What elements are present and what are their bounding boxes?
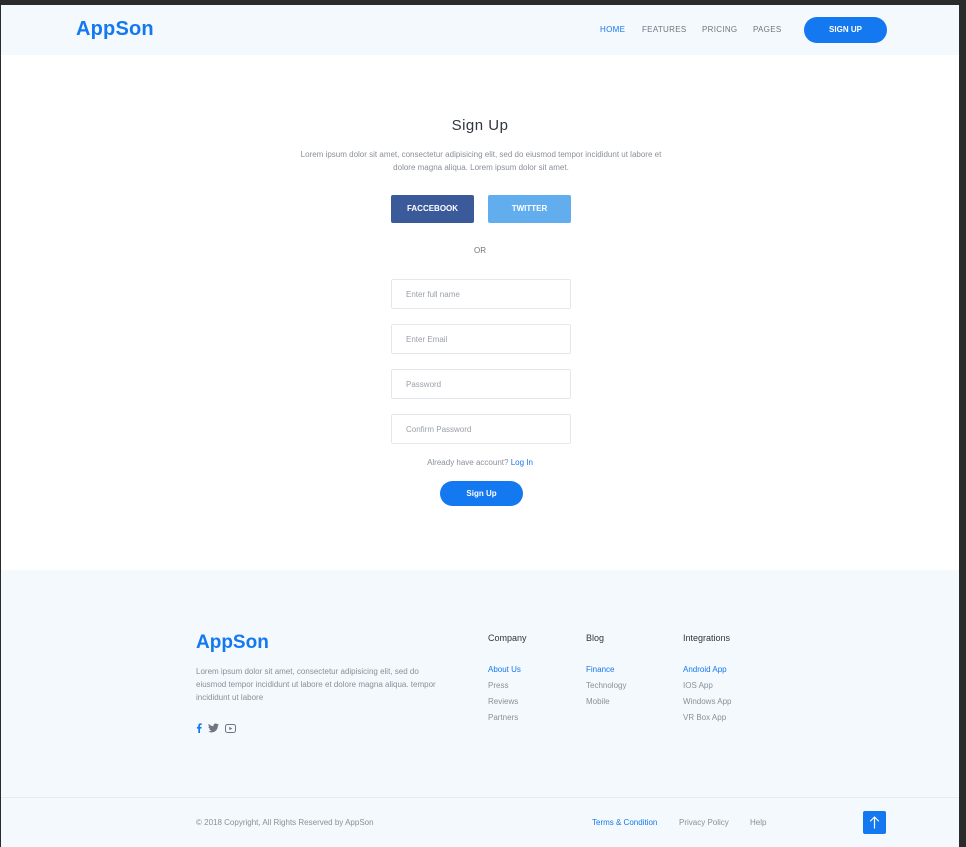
have-account-line: Already have account? Log In — [1, 458, 959, 467]
footer-col-integrations-heading: Integrations — [683, 633, 731, 643]
footer: AppSon Lorem ipsum dolor sit amet, conse… — [1, 570, 959, 847]
arrow-up-icon — [869, 816, 880, 829]
footer-link-ios-app[interactable]: IOS App — [683, 681, 713, 690]
footer-logo[interactable]: AppSon — [196, 632, 269, 654]
nav-pricing[interactable]: PRICING — [702, 25, 737, 34]
nav-home[interactable]: HOME — [600, 25, 625, 34]
footer-link-android-app[interactable]: Android App — [683, 665, 727, 674]
copyright-text: © 2018 Copyright, All Rights Reserved by… — [196, 818, 374, 827]
page-description: Lorem ipsum dolor sit amet, consectetur … — [300, 150, 662, 172]
brand-logo[interactable]: AppSon — [76, 18, 154, 41]
login-link[interactable]: Log In — [511, 458, 533, 467]
footer-col-blog-heading: Blog — [586, 633, 605, 643]
footer-link-vr-box-app[interactable]: VR Box App — [683, 713, 726, 722]
footer-col-company-heading: Company — [488, 633, 527, 643]
signup-submit-button[interactable]: Sign Up — [440, 481, 523, 506]
email-input[interactable] — [391, 324, 571, 354]
youtube-icon[interactable] — [225, 720, 236, 738]
footer-link-windows-app[interactable]: Windows App — [683, 697, 731, 706]
help-link[interactable]: Help — [750, 818, 766, 827]
top-navbar: AppSon HOME FEATURES PRICING PAGES SIGN … — [1, 5, 959, 55]
twitter-icon[interactable] — [208, 720, 219, 738]
password-input[interactable] — [391, 369, 571, 399]
facebook-signup-button[interactable]: FACCEBOOK — [391, 195, 474, 223]
twitter-signup-button[interactable]: TWITTER — [488, 195, 571, 223]
privacy-policy-link[interactable]: Privacy Policy — [679, 818, 729, 827]
footer-link-technology[interactable]: Technology — [586, 681, 626, 690]
footer-link-reviews[interactable]: Reviews — [488, 697, 518, 706]
nav-pages[interactable]: PAGES — [753, 25, 781, 34]
page-title: Sign Up — [451, 117, 509, 134]
facebook-icon[interactable] — [196, 720, 202, 738]
full-name-input[interactable] — [391, 279, 571, 309]
footer-description: Lorem ipsum dolor sit amet, consectetur … — [196, 667, 436, 702]
terms-link[interactable]: Terms & Condition — [592, 818, 657, 827]
scroll-to-top-button[interactable] — [863, 811, 886, 834]
confirm-password-input[interactable] — [391, 414, 571, 444]
footer-divider — [1, 797, 959, 798]
footer-link-partners[interactable]: Partners — [488, 713, 518, 722]
have-account-text: Already have account? — [427, 458, 509, 467]
header-signup-button[interactable]: SIGN UP — [804, 17, 887, 43]
page: AppSon HOME FEATURES PRICING PAGES SIGN … — [1, 5, 959, 847]
footer-link-about-us[interactable]: About Us — [488, 665, 521, 674]
nav-features[interactable]: FEATURES — [642, 25, 686, 34]
footer-link-press[interactable]: Press — [488, 681, 508, 690]
or-separator: OR — [474, 246, 486, 255]
footer-link-mobile[interactable]: Mobile — [586, 697, 610, 706]
footer-link-finance[interactable]: Finance — [586, 665, 614, 674]
